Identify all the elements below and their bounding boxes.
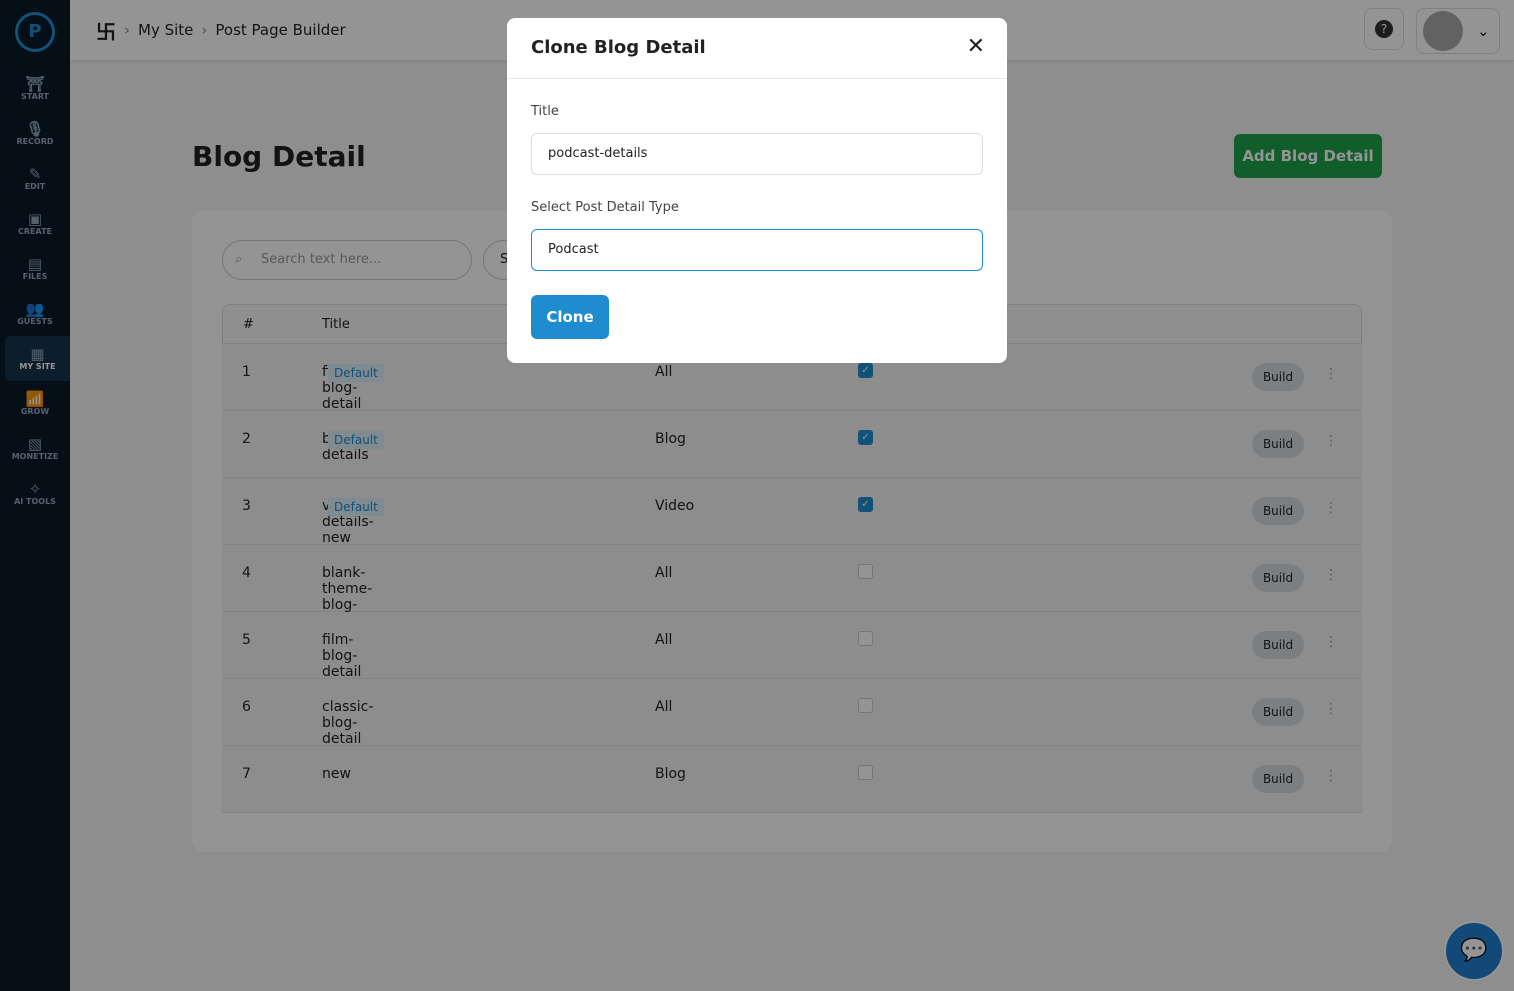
type-label: Select Post Detail Type [531,200,679,215]
modal-title: Clone Blog Detail [531,37,706,58]
clone-button[interactable]: Clone [531,295,609,339]
clone-modal: Clone Blog Detail ✕ Title podcast-details… [507,18,1007,363]
title-label: Title [531,104,559,119]
post-detail-type-select[interactable]: Podcast [531,229,983,271]
close-icon[interactable]: ✕ [967,34,985,59]
title-input[interactable]: podcast-details [531,133,983,175]
